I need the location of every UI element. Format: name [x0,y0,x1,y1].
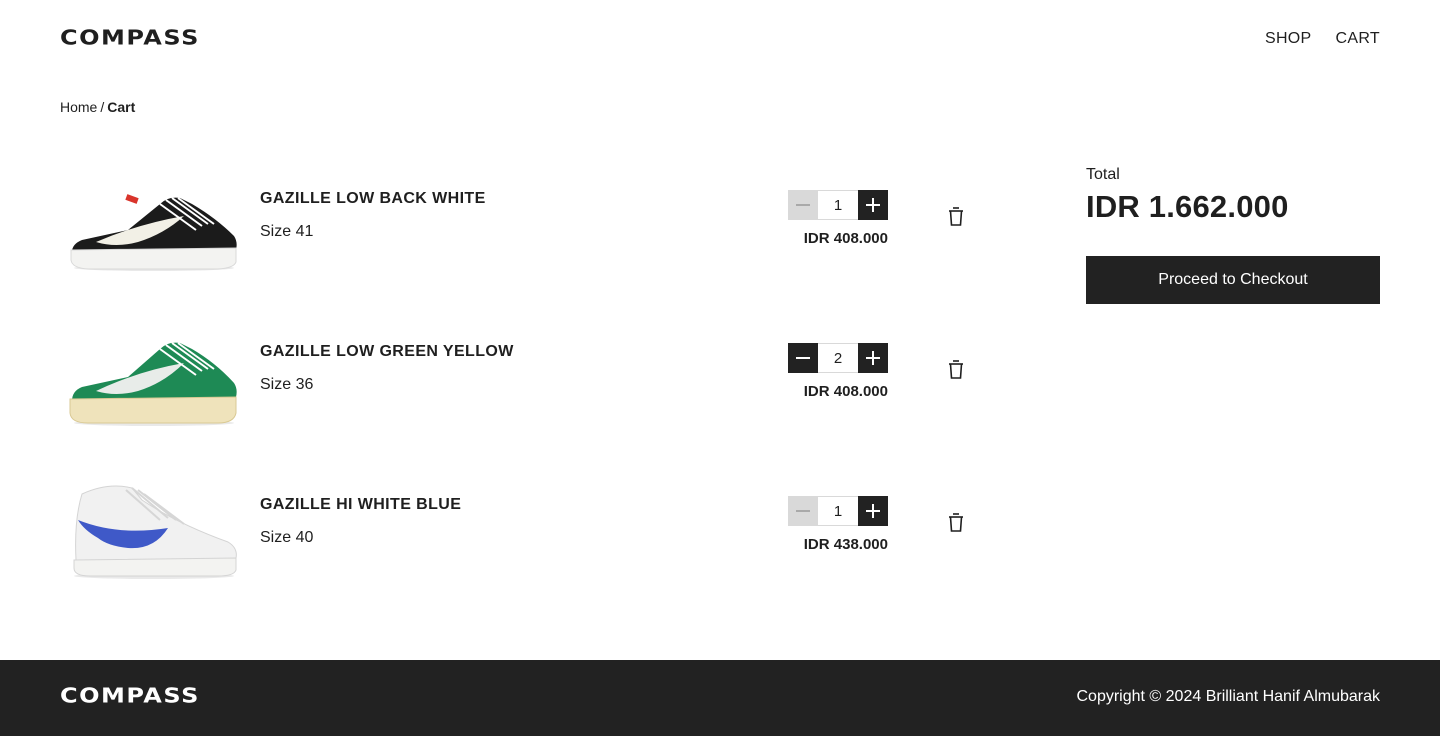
main-nav: SHOP CART [1265,30,1380,48]
product-image-low-black [70,194,237,271]
increase-quantity-button[interactable] [858,496,888,526]
minus-icon [796,204,810,206]
decrease-quantity-button[interactable] [788,496,818,526]
product-name[interactable]: GAZILLE HI WHITE BLUE [260,496,461,514]
plus-icon [866,198,880,212]
quantity-stepper: 1 [788,190,888,220]
site-footer: COMPASS Copyright © 2024 Brilliant Hanif… [0,660,1440,736]
footer-logo[interactable]: COMPASS [60,684,200,708]
site-header: COMPASS SHOP CART [0,0,1440,80]
plus-icon [866,351,880,365]
trash-icon[interactable] [946,206,966,228]
cart-item: GAZILLE HI WHITE BLUE Size 40 1 IDR 438.… [60,480,980,590]
increase-quantity-button[interactable] [858,190,888,220]
breadcrumb-current: Cart [107,99,136,115]
logo[interactable]: COMPASS [60,26,200,50]
cart-item: GAZILLE LOW BACK WHITE Size 41 1 IDR 408… [60,174,980,284]
cart-item: GAZILLE LOW GREEN YELLOW Size 36 2 IDR 4… [60,327,980,437]
product-size: Size 41 [260,223,314,240]
product-image-hi-white [73,485,237,579]
product-image-low-green [69,342,237,426]
product-size: Size 36 [260,376,314,393]
quantity-stepper: 2 [788,343,888,373]
nav-cart-link[interactable]: CART [1336,30,1380,48]
breadcrumb-home[interactable]: Home [60,99,97,115]
product-price: IDR 408.000 [803,230,888,247]
plus-icon [866,504,880,518]
product-name[interactable]: GAZILLE LOW BACK WHITE [260,190,486,208]
quantity-value[interactable]: 2 [818,343,858,373]
breadcrumb-separator: / [100,99,105,115]
decrease-quantity-button[interactable] [788,343,818,373]
minus-icon [796,510,810,512]
breadcrumb: Home / Cart [60,99,135,115]
trash-icon[interactable] [946,359,966,381]
decrease-quantity-button[interactable] [788,190,818,220]
nav-shop-link[interactable]: SHOP [1265,30,1312,48]
trash-icon[interactable] [946,512,966,534]
product-price: IDR 438.000 [803,536,888,553]
product-size: Size 40 [260,529,314,546]
order-summary: Total IDR 1.662.000 Proceed to Checkout [1086,166,1380,304]
total-value: IDR 1.662.000 [1086,189,1289,224]
quantity-stepper: 1 [788,496,888,526]
increase-quantity-button[interactable] [858,343,888,373]
product-price: IDR 408.000 [803,383,888,400]
checkout-button[interactable]: Proceed to Checkout [1086,256,1380,304]
copyright-text: Copyright © 2024 Brilliant Hanif Almubar… [1076,688,1381,705]
minus-icon [796,357,810,359]
product-name[interactable]: GAZILLE LOW GREEN YELLOW [260,343,514,361]
quantity-value[interactable]: 1 [818,496,858,526]
total-label: Total [1086,166,1120,183]
quantity-value[interactable]: 1 [818,190,858,220]
